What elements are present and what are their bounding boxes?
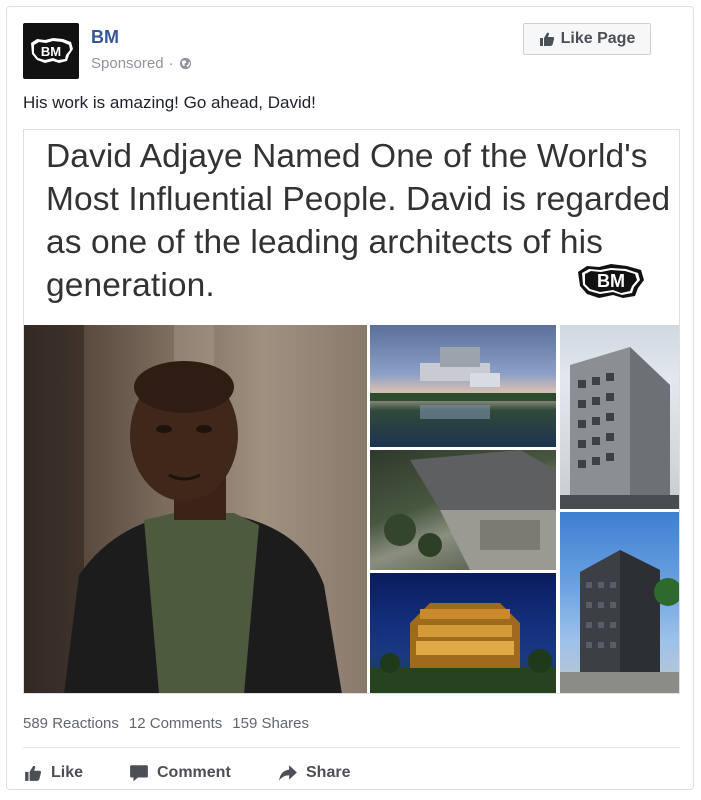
comments-count[interactable]: 12 Comments [129,715,222,732]
post-actions-bar: Like Comment Share [23,759,350,787]
comment-label: Comment [157,764,231,781]
actions-divider [23,747,680,748]
comment-button[interactable]: Comment [129,764,278,782]
like-page-label: Like Page [560,30,636,47]
page-name-link[interactable]: BM [91,27,119,48]
share-label: Share [306,764,351,781]
share-button[interactable]: Share [278,764,350,782]
comment-bubble-icon [130,765,148,782]
engagement-stats: 589 Reactions 12 Comments 159 Shares [23,715,309,732]
sponsored-label[interactable]: Sponsored [91,55,164,72]
bm-logo-icon: BM [578,264,644,298]
thumbs-up-icon [539,32,554,46]
post-message: His work is amazing! Go ahead, David! [23,93,316,112]
building-photo-2 [560,325,679,509]
sponsored-post-card: BM BM Sponsored · Like Page His work is … [6,6,694,790]
building-photo-5 [370,573,556,693]
like-label: Like [51,764,84,781]
avatar-logo-text: BM [41,44,61,59]
post-image[interactable]: David Adjaye Named One of the World's Mo… [23,129,680,694]
reactions-count[interactable]: 589 Reactions [23,715,119,732]
headline-logo-text: BM [597,271,625,291]
like-button[interactable]: Like [23,764,129,782]
bm-logo-icon: BM [31,38,73,63]
meta-separator: · [168,55,174,72]
shares-count[interactable]: 159 Shares [232,715,309,732]
portrait-photo [24,325,367,693]
share-arrow-icon [279,765,297,781]
building-photo-1 [370,325,556,447]
thumbs-up-icon [25,765,42,781]
sponsored-line: Sponsored · [91,55,192,72]
building-photo-4 [560,512,679,693]
like-page-button[interactable]: Like Page [523,23,651,55]
page-avatar[interactable]: BM [23,23,79,79]
globe-icon[interactable] [179,57,192,70]
building-photo-3 [370,450,556,570]
